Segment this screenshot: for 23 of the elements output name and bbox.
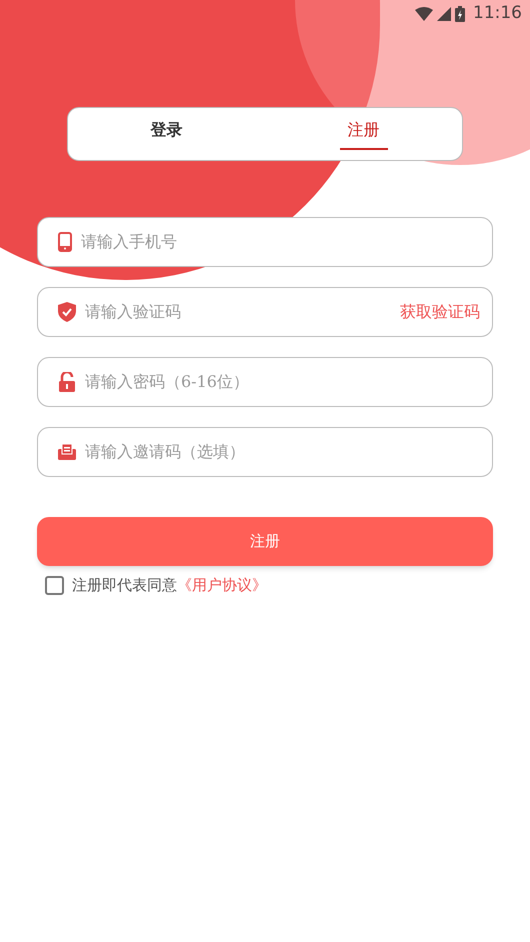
wifi-icon bbox=[415, 7, 433, 21]
text-input[interactable]: 请输入密码（6-16位） bbox=[85, 370, 480, 394]
shield-check-icon bbox=[58, 302, 76, 322]
tab[interactable]: 注册 bbox=[265, 108, 462, 160]
get-code-button[interactable]: 获取验证码 bbox=[400, 300, 480, 324]
register-button[interactable]: 注册 bbox=[37, 517, 493, 566]
clock: 11:16 bbox=[473, 2, 522, 26]
battery-icon bbox=[455, 6, 465, 22]
tab[interactable]: 登录 bbox=[68, 108, 265, 160]
user-agreement-link[interactable]: 《用户协议》 bbox=[177, 574, 267, 596]
agreement-text: 注册即代表同意 bbox=[72, 575, 177, 596]
input-field[interactable]: 请输入验证码 获取验证码 bbox=[37, 287, 493, 337]
text-input[interactable]: 请输入手机号 bbox=[81, 230, 480, 254]
envelope-icon bbox=[58, 444, 76, 460]
input-field[interactable]: 请输入密码（6-16位） bbox=[37, 357, 493, 407]
checkbox[interactable] bbox=[45, 576, 64, 595]
phone-icon bbox=[58, 232, 72, 252]
text-input[interactable]: 请输入验证码 bbox=[85, 300, 391, 324]
input-field[interactable]: 请输入邀请码（选填） bbox=[37, 427, 493, 477]
signal-icon bbox=[437, 7, 451, 21]
text-input[interactable]: 请输入邀请码（选填） bbox=[85, 440, 480, 464]
unlocked-padlock-icon bbox=[58, 372, 76, 392]
input-field[interactable]: 请输入手机号 bbox=[37, 217, 493, 267]
